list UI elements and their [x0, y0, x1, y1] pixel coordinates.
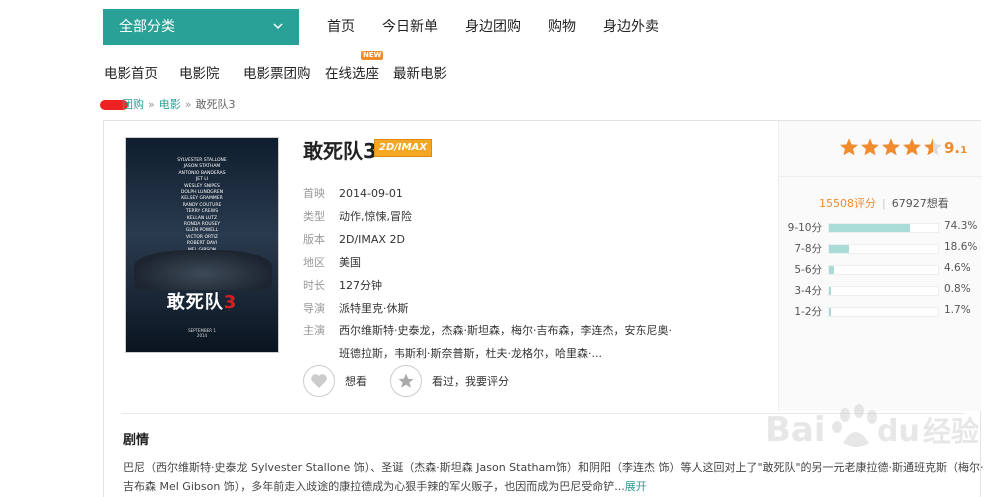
- breadcrumb-group[interactable]: 团购: [122, 98, 144, 111]
- rating-bar-percent: 74.3%: [944, 220, 978, 232]
- rating-bar-label: 7-8分: [794, 243, 822, 255]
- star-icon: [882, 138, 900, 156]
- chevron-down-icon: [273, 23, 283, 30]
- want-to-see-label: 想看: [345, 375, 367, 388]
- info-label: 主演: [303, 324, 325, 337]
- rating-bar-label: 9-10分: [787, 222, 822, 234]
- rating-bar-fill: [829, 245, 850, 253]
- rating-bar-label: 5-6分: [794, 264, 822, 276]
- rating-bar-fill: [829, 287, 831, 295]
- rating-bar-label: 1-2分: [794, 306, 822, 318]
- heart-icon: [303, 365, 335, 397]
- movie-poster[interactable]: SYLVESTER STALLONE JASON STATHAM ANTONIO B…: [125, 137, 279, 353]
- nav-shopping[interactable]: 购物: [548, 16, 576, 36]
- rating-bar-track: [828, 265, 939, 275]
- subnav-movie-home[interactable]: 电影首页: [104, 62, 158, 82]
- breadcrumb-separator: »: [148, 98, 155, 111]
- expand-plot-link[interactable]: 展开: [625, 480, 647, 493]
- info-label: 导演: [303, 302, 325, 315]
- star-icon: [924, 138, 942, 156]
- info-region: 美国: [339, 256, 361, 269]
- rating-bar-track: [828, 286, 939, 296]
- poster-title: 敢死队3: [126, 288, 278, 314]
- breadcrumb-movie[interactable]: 电影: [159, 98, 181, 111]
- breadcrumb-current: 敢死队3: [195, 98, 236, 111]
- star-rating: [839, 137, 943, 157]
- rate-label: 看过，我要评分: [432, 375, 509, 388]
- nav-takeout[interactable]: 身边外卖: [603, 16, 659, 36]
- poster-date-line: 2014: [196, 333, 208, 338]
- rating-score-main: 9.: [944, 139, 961, 157]
- nav-nearby-group[interactable]: 身边团购: [465, 16, 521, 36]
- info-label: 版本: [303, 233, 325, 246]
- rating-bar-row: 9-10分 74.3%: [779, 217, 982, 237]
- rating-bar-percent: 0.8%: [944, 283, 971, 295]
- rating-panel: 9.1 15508评分 | 67927想看 9-10分 74.3% 7-8分 18.6% 5…: [778, 121, 982, 411]
- baidu-paw-logo: Bai du 经验: [765, 404, 979, 450]
- info-version: 2D/IMAX 2D: [339, 233, 405, 246]
- rate-button[interactable]: 看过，我要评分: [390, 365, 509, 397]
- nav-today-deals[interactable]: 今日新单: [382, 16, 438, 36]
- rating-bar-percent: 1.7%: [944, 304, 971, 316]
- rating-bar-label: 3-4分: [794, 285, 822, 297]
- star-icon: [903, 138, 921, 156]
- info-label: 类型: [303, 210, 325, 223]
- svg-text:Bai: Bai: [765, 410, 826, 450]
- rating-header: 9.1: [779, 121, 982, 177]
- info-label: 地区: [303, 256, 325, 269]
- rating-bar-track: [828, 244, 939, 254]
- rating-bar-percent: 18.6%: [944, 241, 978, 253]
- info-label: 时长: [303, 279, 325, 292]
- svg-text:du: du: [877, 414, 920, 449]
- rating-score: 9.1: [944, 139, 967, 157]
- info-release-date: 2014-09-01: [339, 187, 403, 200]
- poster-title-text: 敢死队: [166, 292, 224, 313]
- new-badge: NEW: [361, 51, 384, 60]
- plot-heading: 剧情: [123, 433, 150, 448]
- nav-home[interactable]: 首页: [327, 16, 355, 36]
- rating-bar-fill: [829, 266, 834, 274]
- rating-bar-row: 3-4分 0.8%: [779, 280, 982, 300]
- top-nav: 首页 今日新单 身边团购 购物 身边外卖: [327, 16, 659, 36]
- info-genre: 动作,惊悚,冒险: [339, 210, 412, 223]
- rating-bar-row: 7-8分 18.6%: [779, 238, 982, 258]
- star-icon: [390, 365, 422, 397]
- star-icon: [840, 138, 858, 156]
- rating-bar-track: [828, 223, 939, 233]
- rating-bar-percent: 4.6%: [944, 262, 971, 274]
- want-count: 67927想看: [891, 197, 949, 210]
- rating-count[interactable]: 15508评分: [819, 197, 876, 210]
- breadcrumb: 团购» 电影» 敢死队3: [100, 96, 235, 112]
- svg-text:经验: 经验: [923, 415, 979, 448]
- rating-score-decimal: 1: [960, 145, 968, 156]
- subnav-seat-selection[interactable]: 在线选座: [325, 62, 379, 82]
- rating-bar-fill: [829, 308, 831, 316]
- plot-text: 巴尼（西尔维斯特·史泰龙 Sylvester Stallone 饰）、圣诞（杰森…: [123, 461, 984, 493]
- top-bar: 全部分类 首页 今日新单 身边团购 购物 身边外卖: [0, 0, 1000, 50]
- info-duration: 127分钟: [339, 279, 382, 292]
- want-to-see-button[interactable]: 想看: [303, 365, 367, 397]
- rating-bar-row: 1-2分 1.7%: [779, 301, 982, 321]
- info-director: 派特里克·休斯: [339, 302, 409, 315]
- baidu-watermark: Bai du 经验: [765, 395, 995, 465]
- poster-crowd-image: [134, 250, 272, 290]
- info-label: 首映: [303, 187, 325, 200]
- subnav-cinemas[interactable]: 电影院: [179, 62, 220, 82]
- info-cast: 西尔维斯特·史泰龙，杰森·斯坦森，梅尔·吉布森，李连杰，安东尼奥·班德拉斯，韦斯…: [339, 324, 672, 360]
- format-badge: 2D/IMAX: [374, 139, 433, 157]
- subnav-latest-movies[interactable]: 最新电影: [393, 62, 447, 82]
- poster-title-number: 3: [223, 292, 238, 313]
- breadcrumb-separator: »: [184, 98, 192, 111]
- poster-date: SEPTEMBER 1 2014: [126, 328, 278, 338]
- subnav-ticket-deals[interactable]: 电影票团购: [243, 62, 311, 82]
- rating-bar-fill: [829, 224, 910, 232]
- star-icon: [861, 138, 879, 156]
- counts-divider: |: [882, 197, 886, 210]
- rating-bar-row: 5-6分 4.6%: [779, 259, 982, 279]
- rating-bar-track: [828, 307, 939, 317]
- all-categories-button[interactable]: 全部分类: [103, 9, 299, 45]
- rating-counts: 15508评分 | 67927想看: [819, 195, 949, 211]
- movie-title: 敢死队3: [303, 139, 377, 163]
- all-categories-label: 全部分类: [119, 19, 175, 35]
